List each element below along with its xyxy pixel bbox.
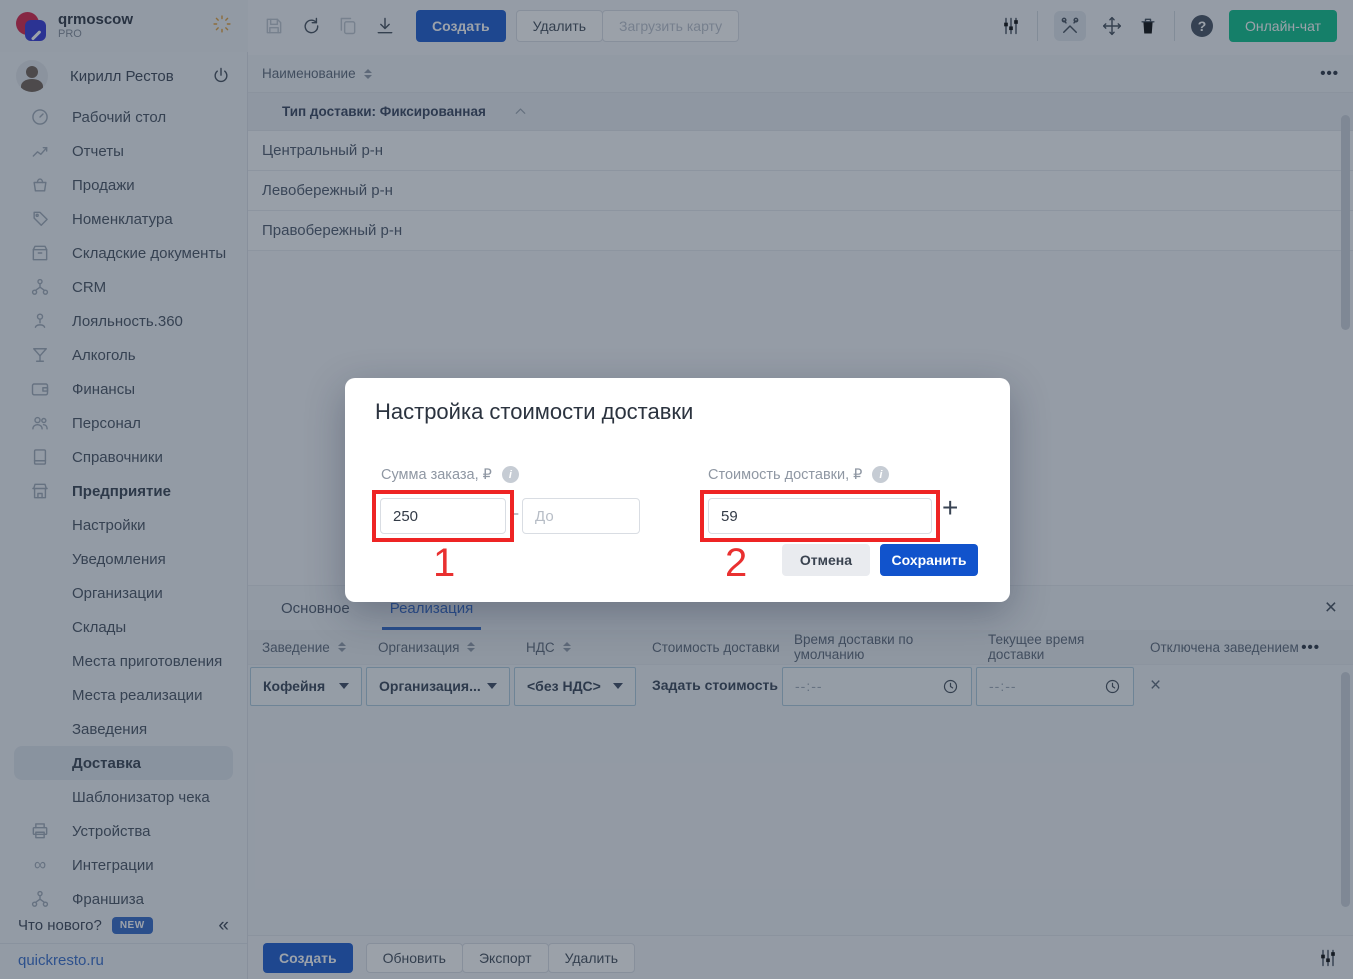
- save-button[interactable]: Сохранить: [880, 544, 978, 576]
- delivery-cost-label-row: Стоимость доставки, ₽ i: [708, 466, 889, 483]
- add-range-plus-icon[interactable]: +: [942, 492, 958, 524]
- annotation-box-1: [372, 490, 514, 542]
- annotation-number-2: 2: [725, 541, 747, 586]
- annotation-box-2: [700, 490, 940, 542]
- order-sum-to-input[interactable]: [522, 498, 640, 534]
- modal-title: Настройка стоимости доставки: [375, 399, 693, 425]
- annotation-number-1: 1: [433, 541, 455, 586]
- order-sum-label-row: Сумма заказа, ₽ i: [381, 466, 519, 483]
- info-icon[interactable]: i: [502, 466, 519, 483]
- delivery-cost-modal: Настройка стоимости доставки Сумма заказ…: [345, 378, 1010, 602]
- cancel-button[interactable]: Отмена: [782, 544, 870, 576]
- info-icon[interactable]: i: [872, 466, 889, 483]
